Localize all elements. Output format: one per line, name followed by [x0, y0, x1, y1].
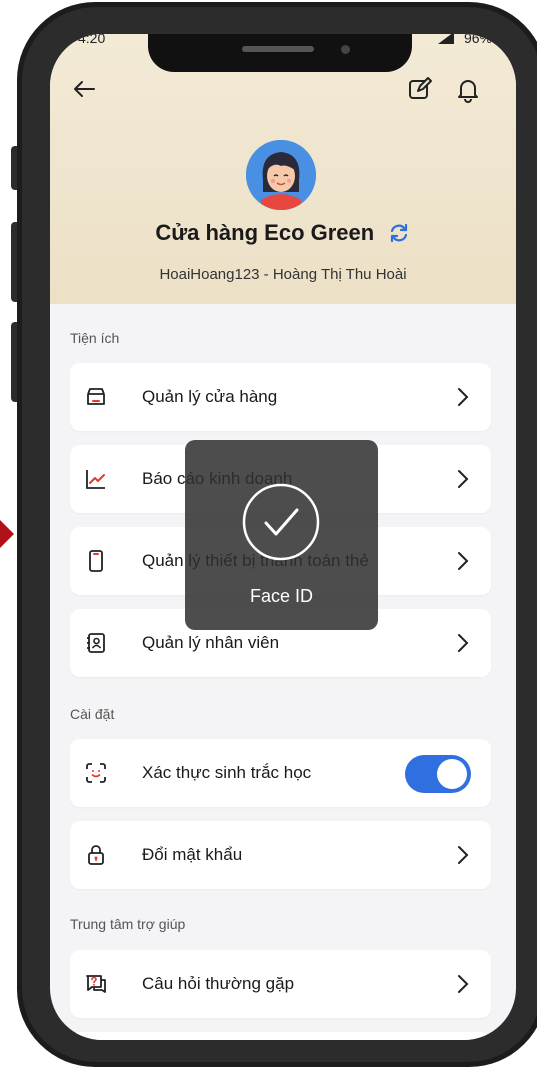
chevron-right-icon [457, 633, 469, 653]
speaker-grille [242, 46, 314, 52]
refresh-icon[interactable] [387, 221, 411, 245]
menu-item-faq[interactable]: Câu hỏi thường gặp [70, 950, 491, 1018]
app-screen: 4:20 96% Cửa hàng Eco Green HoaiHoang123… [50, 34, 516, 1040]
biometric-toggle[interactable] [405, 755, 471, 793]
store-name: Cửa hàng Eco Green [155, 220, 375, 245]
chart-icon [84, 467, 108, 491]
front-camera [341, 45, 350, 54]
section-label-utilities: Tiện ích [70, 330, 120, 346]
faceid-overlay: Face ID [185, 440, 378, 630]
menu-item-biometric-auth[interactable]: Xác thực sinh trắc học [70, 739, 491, 807]
chevron-right-icon [457, 469, 469, 489]
user-account-line: HoaiHoang123 - Hoàng Thị Thu Hoài [159, 266, 407, 283]
face-scan-icon [84, 761, 108, 785]
faq-icon [84, 972, 108, 996]
store-name-row: Cửa hàng Eco Green [50, 220, 516, 246]
battery-level: 96% [463, 34, 492, 46]
section-label-help: Trung tâm trợ giúp [70, 916, 186, 932]
menu-item-label: Quản lý cửa hàng [142, 387, 278, 406]
phone-notch [148, 34, 412, 72]
menu-item-partial [70, 1032, 491, 1040]
staff-icon [84, 631, 108, 655]
avatar[interactable] [246, 140, 316, 210]
lock-icon [84, 843, 108, 867]
chevron-right-icon [457, 551, 469, 571]
bell-icon[interactable] [453, 74, 483, 104]
chevron-right-icon [457, 845, 469, 865]
edit-icon[interactable] [405, 74, 435, 104]
section-label-settings: Cài đặt [70, 706, 115, 722]
menu-item-label: Đổi mật khẩu [142, 845, 243, 864]
signal-icon [438, 34, 454, 44]
chevron-right-icon [457, 974, 469, 994]
chevron-right-icon [457, 387, 469, 407]
menu-item-label: Xác thực sinh trắc học [142, 763, 312, 782]
store-icon [84, 385, 108, 409]
menu-item-store-management[interactable]: Quản lý cửa hàng [70, 363, 491, 431]
checkmark-circle-icon [241, 482, 321, 562]
faceid-label: Face ID [249, 586, 314, 606]
menu-item-label: Câu hỏi thường gặp [142, 974, 295, 993]
pointer-arrow-icon [0, 520, 14, 548]
status-time: 4:20 [78, 34, 106, 46]
phone-device-icon [84, 549, 108, 573]
toggle-knob [437, 759, 467, 789]
menu-item-change-password[interactable]: Đổi mật khẩu [70, 821, 491, 889]
arrow-left-icon[interactable] [70, 74, 100, 104]
